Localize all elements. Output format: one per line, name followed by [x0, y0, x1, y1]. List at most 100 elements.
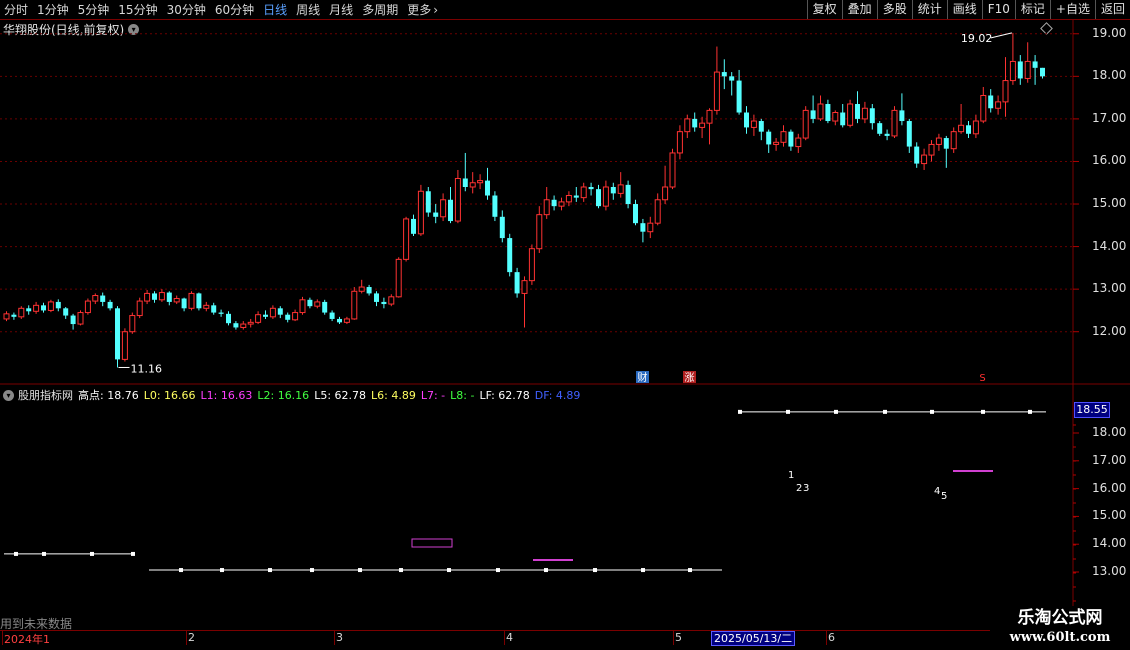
candle	[388, 294, 395, 307]
candle	[337, 316, 342, 325]
candle	[70, 313, 76, 330]
price-chart[interactable]: 19.0211.16财涨 S 12 3 4 5	[0, 0, 1130, 650]
wave-marker: 2	[796, 483, 802, 494]
indicator-value: LF: 62.78	[479, 388, 530, 402]
candle	[173, 295, 180, 305]
candle	[802, 106, 809, 141]
date-tick	[504, 631, 505, 645]
date-tick	[673, 631, 674, 645]
candle	[366, 284, 372, 296]
candle	[899, 93, 905, 126]
candle	[358, 279, 365, 294]
svg-text:涨: 涨	[685, 372, 695, 384]
event-badge[interactable]: 涨	[683, 371, 696, 384]
candle	[921, 148, 928, 170]
candle	[950, 127, 957, 153]
candle	[684, 114, 691, 139]
candle	[469, 172, 476, 194]
candle	[602, 180, 609, 211]
candle	[891, 106, 898, 139]
candle	[492, 191, 498, 222]
candle	[433, 204, 439, 224]
candle	[33, 301, 40, 314]
candle	[706, 108, 713, 145]
candle	[144, 290, 151, 305]
candle	[166, 291, 172, 306]
candle	[307, 297, 313, 309]
candle	[861, 101, 868, 124]
high-label: 19.02	[961, 32, 993, 45]
candle	[55, 299, 61, 312]
level-line	[738, 409, 1046, 414]
candle	[596, 184, 601, 209]
watermark-url: www.60lt.com	[1009, 630, 1111, 645]
candle	[322, 299, 328, 315]
candle	[129, 312, 136, 334]
candle	[395, 257, 402, 298]
candle	[528, 244, 535, 285]
candle	[676, 125, 683, 160]
candle	[943, 135, 949, 168]
candle	[240, 321, 247, 330]
candle	[966, 121, 971, 139]
candle	[203, 301, 210, 312]
indicator-tick-label: 18.00	[1092, 425, 1127, 439]
date-label: 2	[188, 631, 195, 644]
candle	[425, 187, 431, 217]
candle	[840, 104, 846, 128]
candle	[136, 297, 143, 319]
candle	[26, 305, 32, 315]
indicator-name[interactable]: 股朋指标网	[18, 387, 73, 403]
candle	[462, 152, 468, 192]
candle	[269, 305, 276, 319]
candle	[988, 89, 994, 113]
candle	[795, 133, 802, 153]
candle	[247, 318, 254, 328]
candle	[773, 138, 780, 151]
candle	[477, 174, 484, 190]
candle	[440, 193, 447, 222]
indicator-value: L7: -	[420, 388, 446, 402]
candle	[536, 206, 543, 253]
date-label: 4	[506, 631, 513, 644]
candle	[647, 216, 654, 239]
candle	[255, 311, 262, 325]
candle	[1024, 42, 1031, 83]
candle	[263, 310, 268, 319]
candle	[654, 193, 661, 226]
candle	[374, 291, 379, 307]
candle	[928, 140, 935, 162]
watermark-title: 乐淘公式网	[1017, 608, 1103, 628]
candle	[855, 91, 860, 124]
candle	[18, 306, 25, 319]
candle	[218, 309, 224, 317]
candle	[669, 148, 676, 190]
chevron-down-icon[interactable]: ▾	[3, 389, 14, 401]
candle	[758, 118, 764, 141]
candle	[299, 296, 306, 315]
candle	[935, 133, 942, 151]
candle	[84, 298, 91, 315]
svg-text:财: 财	[638, 371, 648, 384]
date-axis: 2025/05/13/二 2024年1 2 3 4 5 6	[0, 630, 1073, 646]
event-badge[interactable]: 财	[636, 371, 649, 384]
candle	[972, 114, 979, 139]
candle	[640, 218, 646, 243]
level-bar	[953, 470, 993, 472]
indicator-tick-label: 13.00	[1092, 564, 1127, 578]
low-label: 11.16	[131, 362, 163, 375]
candle	[226, 311, 231, 326]
candle	[780, 125, 787, 147]
candle	[115, 306, 120, 368]
candle	[744, 106, 749, 134]
level-line	[149, 568, 722, 573]
candle	[580, 182, 587, 202]
event-badge[interactable]: S	[976, 371, 989, 384]
level-box	[411, 538, 453, 548]
candle	[448, 187, 453, 224]
candle	[211, 302, 217, 315]
date-tick	[334, 631, 335, 645]
candle	[411, 214, 416, 236]
date-label: 5	[675, 631, 682, 644]
candle	[914, 142, 920, 168]
